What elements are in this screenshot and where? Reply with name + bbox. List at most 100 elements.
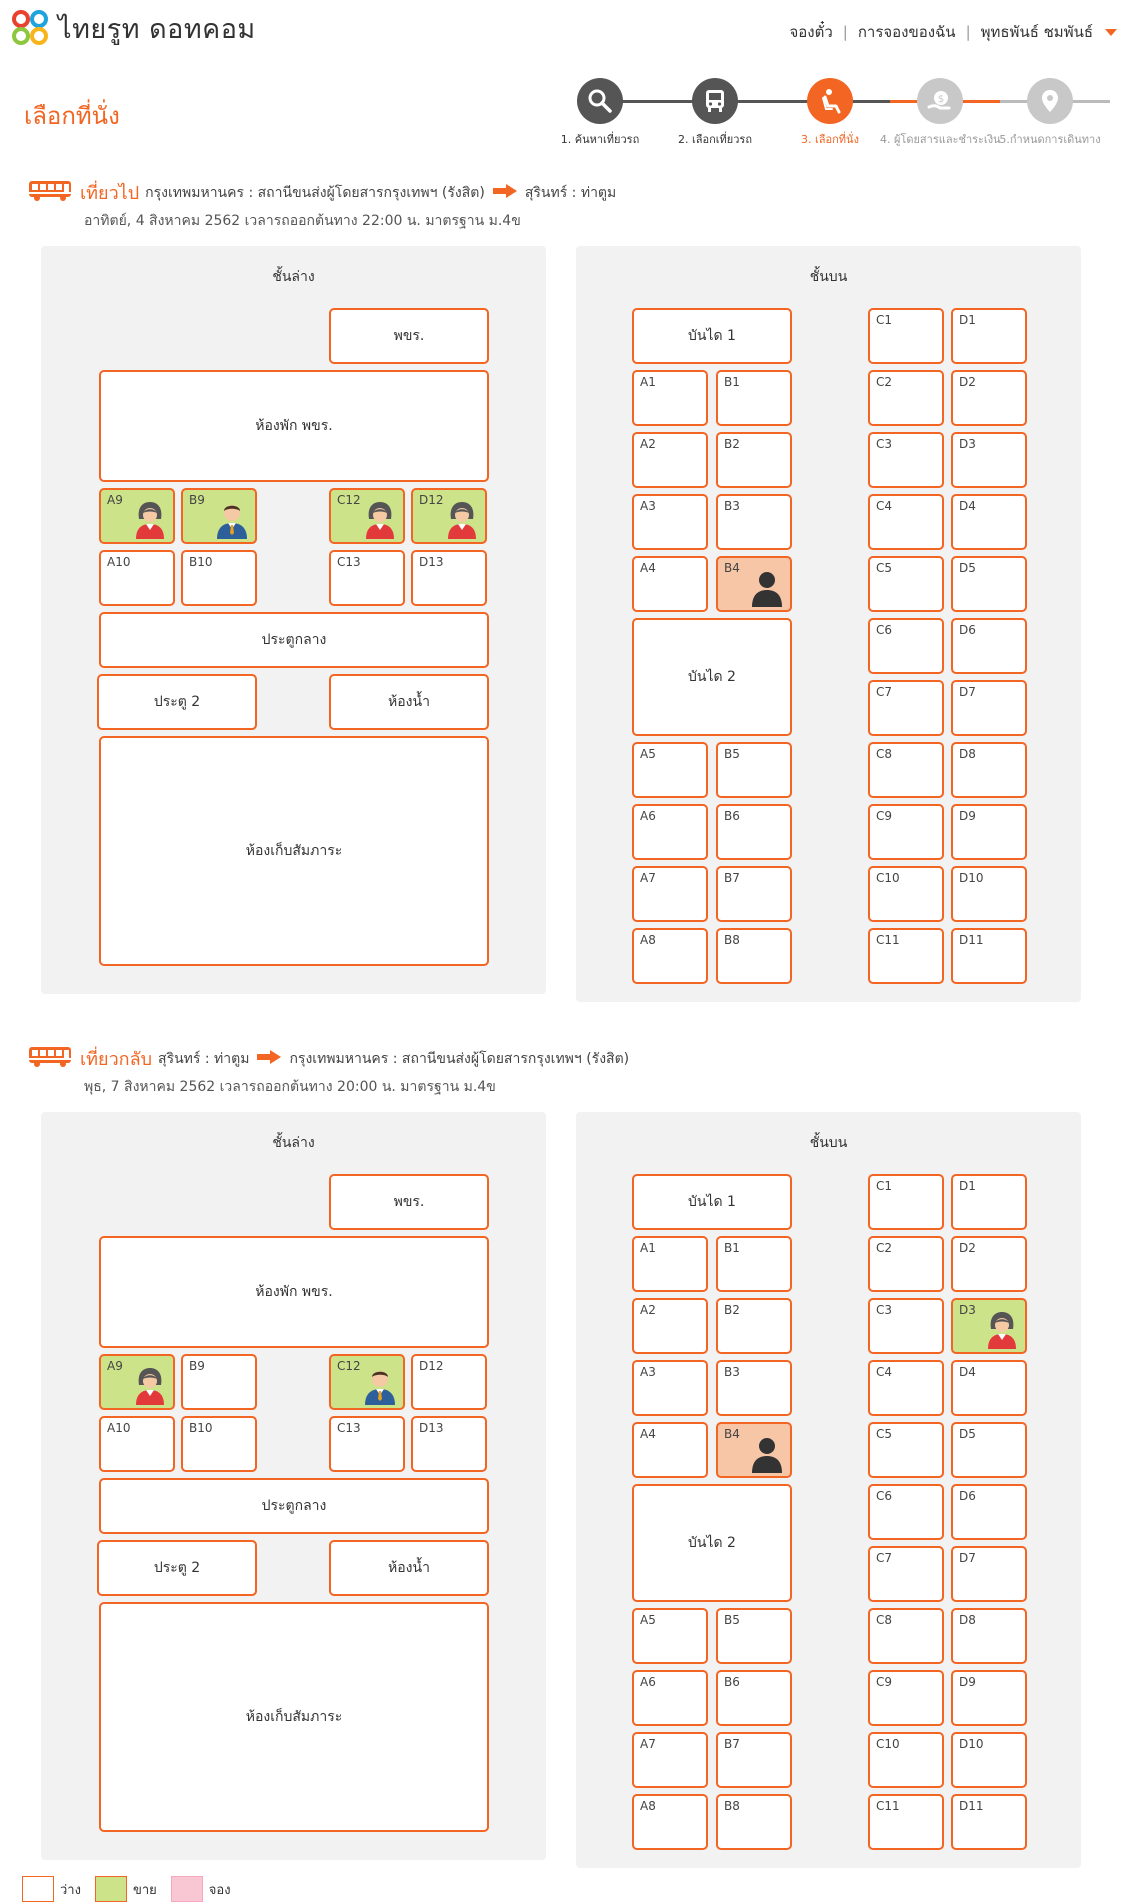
seat-b2[interactable]: B2 xyxy=(716,432,792,488)
seat-a7[interactable]: A7 xyxy=(632,866,708,922)
seat-b7[interactable]: B7 xyxy=(716,866,792,922)
seat-a9[interactable]: A9 xyxy=(99,1354,175,1410)
seat-d8[interactable]: D8 xyxy=(951,742,1027,798)
seat-b1[interactable]: B1 xyxy=(716,1236,792,1292)
seat-a3[interactable]: A3 xyxy=(632,494,708,550)
seat-b4[interactable]: B4 xyxy=(716,556,792,612)
seat-c9[interactable]: C9 xyxy=(868,1670,944,1726)
seat-c7[interactable]: C7 xyxy=(868,680,944,736)
seat-c4[interactable]: C4 xyxy=(868,1360,944,1416)
seat-b3[interactable]: B3 xyxy=(716,1360,792,1416)
seat-d9[interactable]: D9 xyxy=(951,1670,1027,1726)
seat-a10[interactable]: A10 xyxy=(99,550,175,606)
seat-d13[interactable]: D13 xyxy=(411,550,487,606)
seat-d10[interactable]: D10 xyxy=(951,866,1027,922)
nav-book-ticket[interactable]: จองตั๋ว xyxy=(789,20,832,44)
seat-d6[interactable]: D6 xyxy=(951,618,1027,674)
user-menu-name[interactable]: พุทธพันธ์ ชมพันธ์ xyxy=(981,20,1093,44)
seat-b2[interactable]: B2 xyxy=(716,1298,792,1354)
chevron-down-icon[interactable] xyxy=(1105,28,1117,36)
seat-a3[interactable]: A3 xyxy=(632,1360,708,1416)
seat-d4[interactable]: D4 xyxy=(951,1360,1027,1416)
seat-b9[interactable]: B9 xyxy=(181,488,257,544)
seat-d1[interactable]: D1 xyxy=(951,308,1027,364)
seat-c1[interactable]: C1 xyxy=(868,308,944,364)
seat-b5[interactable]: B5 xyxy=(716,742,792,798)
seat-d4[interactable]: D4 xyxy=(951,494,1027,550)
seat-c10[interactable]: C10 xyxy=(868,1732,944,1788)
seat-c13[interactable]: C13 xyxy=(329,1416,405,1472)
seat-b8[interactable]: B8 xyxy=(716,928,792,984)
seat-c7[interactable]: C7 xyxy=(868,1546,944,1602)
seat-c1[interactable]: C1 xyxy=(868,1174,944,1230)
seat-d5[interactable]: D5 xyxy=(951,1422,1027,1478)
seat-d2[interactable]: D2 xyxy=(951,1236,1027,1292)
seat-d11[interactable]: D11 xyxy=(951,1794,1027,1850)
seat-a9[interactable]: A9 xyxy=(99,488,175,544)
seat-a7[interactable]: A7 xyxy=(632,1732,708,1788)
seat-c10[interactable]: C10 xyxy=(868,866,944,922)
seat-d10[interactable]: D10 xyxy=(951,1732,1027,1788)
site-logo[interactable]: ไทยรูท ดอทคอม xyxy=(12,8,256,48)
seat-c6[interactable]: C6 xyxy=(868,1484,944,1540)
seat-a8[interactable]: A8 xyxy=(632,1794,708,1850)
seat-a4[interactable]: A4 xyxy=(632,556,708,612)
seat-d1[interactable]: D1 xyxy=(951,1174,1027,1230)
seat-c11[interactable]: C11 xyxy=(868,1794,944,1850)
seat-b5[interactable]: B5 xyxy=(716,1608,792,1664)
seat-a2[interactable]: A2 xyxy=(632,1298,708,1354)
seat-d12[interactable]: D12 xyxy=(411,488,487,544)
seat-d3[interactable]: D3 xyxy=(951,1298,1027,1354)
seat-d11[interactable]: D11 xyxy=(951,928,1027,984)
seat-b6[interactable]: B6 xyxy=(716,804,792,860)
seat-a6[interactable]: A6 xyxy=(632,1670,708,1726)
seat-b1[interactable]: B1 xyxy=(716,370,792,426)
seat-c6[interactable]: C6 xyxy=(868,618,944,674)
seat-c4[interactable]: C4 xyxy=(868,494,944,550)
seat-d5[interactable]: D5 xyxy=(951,556,1027,612)
seat-d7[interactable]: D7 xyxy=(951,680,1027,736)
seat-a10[interactable]: A10 xyxy=(99,1416,175,1472)
seat-c5[interactable]: C5 xyxy=(868,556,944,612)
seat-a5[interactable]: A5 xyxy=(632,742,708,798)
seat-b6[interactable]: B6 xyxy=(716,1670,792,1726)
seat-d12[interactable]: D12 xyxy=(411,1354,487,1410)
seat-b9[interactable]: B9 xyxy=(181,1354,257,1410)
seat-a1[interactable]: A1 xyxy=(632,370,708,426)
seat-d3[interactable]: D3 xyxy=(951,432,1027,488)
seat-a2[interactable]: A2 xyxy=(632,432,708,488)
seat-c12[interactable]: C12 xyxy=(329,1354,405,1410)
seat-b8[interactable]: B8 xyxy=(716,1794,792,1850)
seat-a5[interactable]: A5 xyxy=(632,1608,708,1664)
seat-c2[interactable]: C2 xyxy=(868,370,944,426)
seat-b4[interactable]: B4 xyxy=(716,1422,792,1478)
lower-deck-panel: ชั้นล่าง พขร. ห้องพัก พขร. A9 B9 C12 D12 A10 B10… xyxy=(41,246,546,994)
seat-b3[interactable]: B3 xyxy=(716,494,792,550)
seat-d6[interactable]: D6 xyxy=(951,1484,1027,1540)
seat-code: B3 xyxy=(724,499,740,513)
seat-a6[interactable]: A6 xyxy=(632,804,708,860)
seat-c3[interactable]: C3 xyxy=(868,1298,944,1354)
seat-c8[interactable]: C8 xyxy=(868,1608,944,1664)
seat-b10[interactable]: B10 xyxy=(181,550,257,606)
seat-b10[interactable]: B10 xyxy=(181,1416,257,1472)
seat-c9[interactable]: C9 xyxy=(868,804,944,860)
seat-c11[interactable]: C11 xyxy=(868,928,944,984)
seat-d13[interactable]: D13 xyxy=(411,1416,487,1472)
seat-c8[interactable]: C8 xyxy=(868,742,944,798)
seat-b7[interactable]: B7 xyxy=(716,1732,792,1788)
trip-header: เที่ยวไป กรุงเทพมหานคร : สถานีขนส่งผู้โดย… xyxy=(28,178,616,207)
seat-c2[interactable]: C2 xyxy=(868,1236,944,1292)
seat-a4[interactable]: A4 xyxy=(632,1422,708,1478)
seat-d7[interactable]: D7 xyxy=(951,1546,1027,1602)
seat-d2[interactable]: D2 xyxy=(951,370,1027,426)
seat-d8[interactable]: D8 xyxy=(951,1608,1027,1664)
seat-c12[interactable]: C12 xyxy=(329,488,405,544)
seat-a8[interactable]: A8 xyxy=(632,928,708,984)
seat-a1[interactable]: A1 xyxy=(632,1236,708,1292)
seat-c3[interactable]: C3 xyxy=(868,432,944,488)
seat-c13[interactable]: C13 xyxy=(329,550,405,606)
nav-my-bookings[interactable]: การจองของฉัน xyxy=(858,20,956,44)
seat-c5[interactable]: C5 xyxy=(868,1422,944,1478)
seat-d9[interactable]: D9 xyxy=(951,804,1027,860)
